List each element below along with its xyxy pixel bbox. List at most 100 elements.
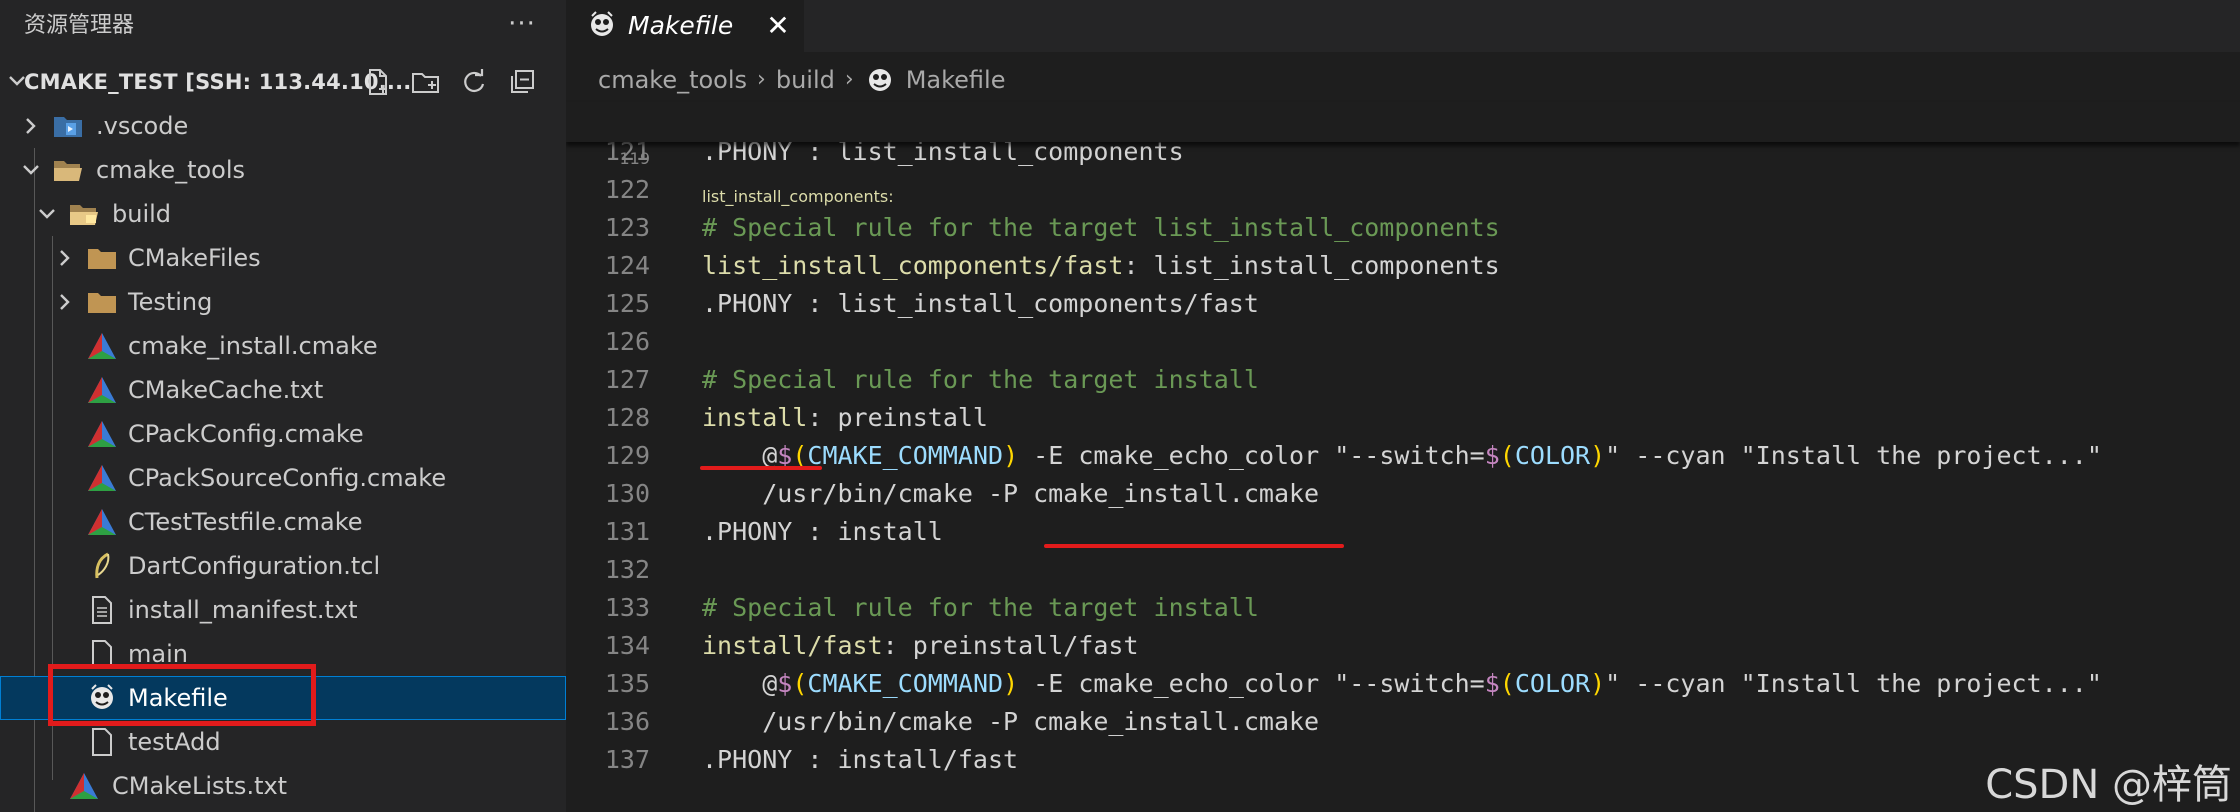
code-text: list_install_components/fast: list_insta… bbox=[702, 247, 1500, 285]
code-line[interactable]: 127 # Special rule for the target install bbox=[566, 361, 2240, 399]
editor-area: Makefile ✕ cmake_tools › build › Makefil… bbox=[566, 0, 2240, 812]
code-token: ( bbox=[1499, 441, 1515, 470]
code-token: install bbox=[702, 403, 808, 432]
line-number: 129 bbox=[604, 441, 650, 470]
code-line[interactable]: 130 /usr/bin/cmake -P cmake_install.cmak… bbox=[566, 475, 2240, 513]
code-token: .PHONY : install bbox=[702, 517, 943, 546]
code-token: " --cyan "Install the project..." bbox=[1605, 441, 2102, 470]
tree-item-cmakefiles[interactable]: CMakeFiles bbox=[0, 236, 566, 280]
breadcrumb-item[interactable]: cmake_tools bbox=[598, 62, 747, 98]
code-token: ) bbox=[1003, 669, 1019, 698]
chevron-down-icon bbox=[23, 165, 39, 175]
tree-item-label: .vscode bbox=[96, 112, 189, 140]
code-token: # Special rule for the target install bbox=[702, 365, 1259, 394]
explorer-sidebar: 资源管理器 ··· CMAKE_TEST [SSH: 113.44.10.... bbox=[0, 0, 566, 812]
refresh-icon[interactable] bbox=[456, 64, 492, 100]
tree-item-label: DartConfiguration.tcl bbox=[128, 552, 381, 580]
folder-open-icon bbox=[70, 205, 98, 225]
workspace-section-header[interactable]: CMAKE_TEST [SSH: 113.44.10.... bbox=[0, 60, 566, 104]
tree-item-cpackconfig[interactable]: CPackConfig.cmake bbox=[0, 412, 566, 456]
line-number: 127 bbox=[604, 365, 650, 394]
cmake-icon bbox=[70, 773, 98, 799]
code-token: : preinstall bbox=[807, 403, 988, 432]
makefile-icon bbox=[591, 11, 613, 36]
tree-item-ctesttestfile[interactable]: CTestTestfile.cmake bbox=[0, 500, 566, 544]
line-number: 132 bbox=[604, 555, 650, 584]
breadcrumb-item[interactable]: Makefile bbox=[906, 62, 1006, 98]
code-line[interactable]: 135 @$(CMAKE_COMMAND) -E cmake_echo_colo… bbox=[566, 665, 2240, 703]
code-token: COLOR bbox=[1514, 441, 1591, 470]
line-number: 119 bbox=[619, 149, 650, 168]
code-token: : preinstall/fast bbox=[882, 631, 1139, 660]
line-number: 125 bbox=[604, 289, 650, 318]
line-number: 126 bbox=[604, 327, 650, 356]
code-line[interactable]: 124 list_install_components/fast: list_in… bbox=[566, 247, 2240, 285]
code-line[interactable]: 128 install: preinstall bbox=[566, 399, 2240, 437]
sticky-scroll-line[interactable]: 119 list_install_components: bbox=[566, 102, 2240, 206]
new-file-icon[interactable] bbox=[360, 64, 396, 100]
code-token: list_install_components/fast bbox=[702, 251, 1124, 280]
close-icon[interactable]: ✕ bbox=[760, 8, 796, 44]
collapse-all-icon[interactable] bbox=[504, 64, 540, 100]
folder-icon bbox=[88, 249, 116, 269]
code-line[interactable]: 136 /usr/bin/cmake -P cmake_install.cmak… bbox=[566, 703, 2240, 741]
code-token: ( bbox=[792, 669, 808, 698]
code-token: ( bbox=[1499, 669, 1515, 698]
tree-item-cmake-tools[interactable]: cmake_tools bbox=[0, 148, 566, 192]
chevron-right-icon: › bbox=[757, 67, 766, 92]
line-number: 135 bbox=[604, 669, 650, 698]
tree-item-label: CPackConfig.cmake bbox=[128, 420, 364, 448]
tab-makefile[interactable]: Makefile ✕ bbox=[566, 0, 804, 52]
more-actions-icon[interactable]: ··· bbox=[504, 6, 540, 42]
line-number: 137 bbox=[604, 745, 650, 774]
code-text: /usr/bin/cmake -P cmake_install.cmake bbox=[702, 703, 1319, 741]
line-number: 128 bbox=[604, 403, 650, 432]
tree-item-vscode[interactable]: .vscode bbox=[0, 104, 566, 148]
tree-item-cpacksourceconfig[interactable]: CPackSourceConfig.cmake bbox=[0, 456, 566, 500]
code-line[interactable]: 125 .PHONY : list_install_components/fast bbox=[566, 285, 2240, 323]
code-token: CMAKE_COMMAND bbox=[807, 669, 1004, 698]
tree-item-label: cmake_tools bbox=[96, 156, 246, 184]
tree-item-cmake-install[interactable]: cmake_install.cmake bbox=[0, 324, 566, 368]
tree-item-dartconfiguration[interactable]: DartConfiguration.tcl bbox=[0, 544, 566, 588]
tree-item-testadd[interactable]: testAdd bbox=[0, 720, 566, 764]
code-line[interactable]: 134 install/fast: preinstall/fast bbox=[566, 627, 2240, 665]
code-line[interactable]: 133 # Special rule for the target install bbox=[566, 589, 2240, 627]
tree-item-label: CTestTestfile.cmake bbox=[128, 508, 363, 536]
cmake-icon bbox=[88, 377, 116, 403]
tree-item-testing[interactable]: Testing bbox=[0, 280, 566, 324]
breadcrumb: cmake_tools › build › Makefile bbox=[598, 62, 1005, 98]
code-token: $ bbox=[1484, 441, 1500, 470]
code-token: : list_install_components bbox=[1123, 251, 1500, 280]
tree-item-label: Testing bbox=[128, 288, 213, 316]
line-number: 134 bbox=[604, 631, 650, 660]
tree-item-cmakelists[interactable]: CMakeLists.txt bbox=[0, 764, 566, 808]
file-icon bbox=[92, 728, 112, 756]
chevron-right-icon: › bbox=[844, 67, 854, 92]
new-folder-icon[interactable] bbox=[408, 64, 444, 100]
workspace-title: CMAKE_TEST [SSH: 113.44.10.... bbox=[24, 70, 412, 94]
chevron-right-icon bbox=[60, 294, 70, 310]
code-line[interactable]: 132 bbox=[566, 551, 2240, 589]
tree-item-label: CMakeLists.txt bbox=[112, 772, 288, 800]
folder-open-icon bbox=[54, 161, 82, 181]
code-token: COLOR bbox=[1514, 669, 1591, 698]
code-token: ) bbox=[1590, 669, 1606, 698]
annotation-underline bbox=[700, 466, 822, 470]
code-line[interactable]: 131 .PHONY : install bbox=[566, 513, 2240, 551]
breadcrumb-item[interactable]: build bbox=[776, 62, 835, 98]
tree-item-build[interactable]: build bbox=[0, 192, 566, 236]
code-text: .PHONY : list_install_components/fast bbox=[702, 285, 1259, 323]
code-line[interactable]: 126 bbox=[566, 323, 2240, 361]
cmake-icon bbox=[88, 333, 116, 359]
line-number: 136 bbox=[604, 707, 650, 736]
line-number: 131 bbox=[604, 517, 650, 546]
tab-label: Makefile bbox=[628, 11, 734, 40]
code-token: /usr/bin/cmake -P cmake_install.cmake bbox=[702, 479, 1320, 508]
line-number: 130 bbox=[604, 479, 650, 508]
tree-item-cmakecache[interactable]: CMakeCache.txt bbox=[0, 368, 566, 412]
folder-icon bbox=[88, 293, 116, 313]
chevron-right-icon bbox=[60, 250, 70, 266]
tree-item-install-manifest[interactable]: install_manifest.txt bbox=[0, 588, 566, 632]
tree-item-label: build bbox=[112, 200, 172, 228]
